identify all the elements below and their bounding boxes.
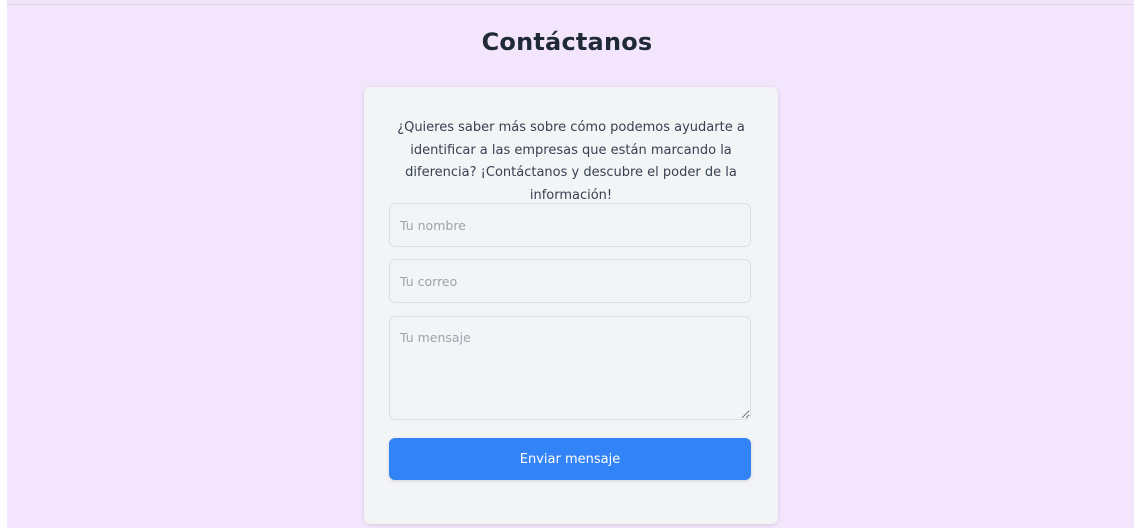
window-left-edge (0, 0, 7, 528)
send-message-button[interactable]: Enviar mensaje (389, 438, 751, 480)
name-input[interactable] (389, 203, 751, 247)
contact-form-card: ¿Quieres saber más sobre cómo podemos ay… (364, 87, 778, 524)
page-title: Contáctanos (481, 28, 653, 56)
message-textarea[interactable] (389, 316, 751, 420)
top-divider (7, 4, 1134, 5)
email-input[interactable] (389, 259, 751, 303)
contact-intro-text: ¿Quieres saber más sobre cómo podemos ay… (397, 120, 745, 203)
